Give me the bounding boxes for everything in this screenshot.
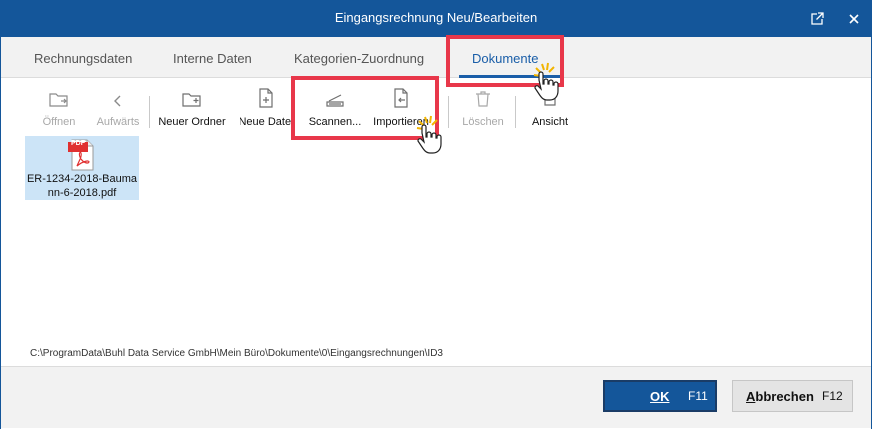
- new-folder-label: Neuer Ordner: [158, 116, 226, 128]
- scan-label: Scannen...: [308, 116, 362, 128]
- folder-path: C:\ProgramData\Buhl Data Service GmbH\Me…: [30, 348, 443, 359]
- new-file-label: Neue Datei: [240, 116, 292, 128]
- delete-label: Löschen: [462, 116, 504, 128]
- toolbar-separator: [149, 96, 150, 128]
- toolbar-separator: [515, 96, 516, 128]
- delete-button[interactable]: Löschen: [460, 86, 506, 131]
- file-item[interactable]: PDF ER-1234-2018-Bauma nn-6-2018.pdf: [25, 136, 139, 200]
- tab-dokumente[interactable]: Dokumente: [472, 51, 538, 66]
- file-import-icon: [394, 88, 408, 108]
- tab-interne-daten[interactable]: Interne Daten: [173, 51, 252, 66]
- file-plus-icon: [259, 88, 273, 108]
- view-icon: [544, 94, 556, 106]
- ok-button[interactable]: OK F11: [603, 380, 717, 412]
- popout-icon: [810, 11, 824, 25]
- close-icon: [848, 13, 859, 24]
- trash-icon: [476, 91, 490, 107]
- scan-button[interactable]: Scannen...: [305, 86, 365, 131]
- new-file-button[interactable]: Neue Datei: [240, 86, 292, 131]
- file-name-line-1: ER-1234-2018-Bauma: [26, 173, 138, 185]
- toolbar-separator: [448, 96, 449, 128]
- new-folder-button[interactable]: Neuer Ordner: [157, 86, 227, 131]
- title-bar: Eingangsrechnung Neu/Bearbeiten: [0, 0, 872, 37]
- cancel-shortcut: F12: [822, 389, 843, 403]
- view-label: Ansicht: [531, 116, 569, 128]
- pdf-badge: PDF: [71, 140, 85, 147]
- popout-button[interactable]: [798, 0, 835, 37]
- file-name: ER-1234-2018-Bauma nn-6-2018.pdf: [25, 172, 139, 200]
- chevron-left-icon: [114, 95, 121, 107]
- view-button[interactable]: Ansicht: [528, 86, 572, 131]
- scanner-icon: [326, 94, 344, 107]
- up-button[interactable]: Aufwärts: [92, 86, 144, 131]
- open-button[interactable]: Öffnen: [35, 86, 83, 131]
- cancel-button[interactable]: Abbrechen F12: [732, 380, 853, 412]
- close-button[interactable]: [835, 0, 872, 37]
- folder-plus-icon: [182, 93, 201, 107]
- window-title: Eingangsrechnung Neu/Bearbeiten: [334, 10, 538, 25]
- folder-open-icon: [49, 93, 68, 107]
- ok-shortcut: F11: [688, 389, 708, 403]
- tab-bar: Rechnungsdaten Interne Daten Kategorien-…: [1, 37, 871, 78]
- active-tab-indicator: [459, 75, 561, 78]
- up-label: Aufwärts: [96, 116, 140, 128]
- tab-rechnungsdaten[interactable]: Rechnungsdaten: [34, 51, 132, 66]
- file-name-line-2: nn-6-2018.pdf: [47, 187, 117, 199]
- cancel-label: Abbrechen: [746, 388, 814, 404]
- import-label: Importieren: [373, 116, 429, 128]
- open-label: Öffnen: [42, 116, 76, 128]
- import-button[interactable]: Importieren: [369, 86, 433, 131]
- ok-label: OK: [650, 388, 670, 404]
- tab-kategorien-zuordnung[interactable]: Kategorien-Zuordnung: [294, 51, 424, 66]
